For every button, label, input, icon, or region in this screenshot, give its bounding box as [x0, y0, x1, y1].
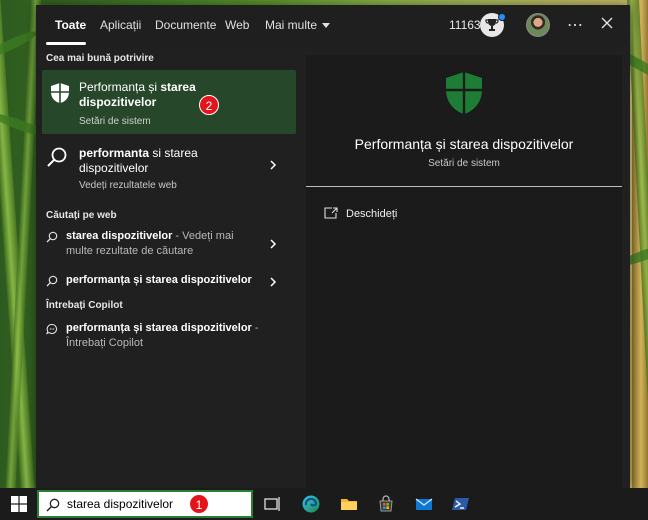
shield-icon — [446, 72, 482, 114]
avatar[interactable] — [526, 13, 550, 37]
best-match-title-part: Performanța și — [79, 80, 161, 94]
chevron-right-icon — [270, 160, 277, 170]
open-external-icon — [324, 207, 338, 219]
windows-start-icon[interactable] — [11, 496, 27, 512]
copilot-query: performanța și starea dispozitivelor — [66, 322, 252, 334]
preview-pane: Performanța și starea dispozitivelor Set… — [306, 55, 622, 488]
results-list: Cea mai bună potrivire Performanța și st… — [36, 47, 298, 488]
web-search-query: performanța și starea dispozitivelor — [66, 274, 252, 286]
web-search-item[interactable]: starea dispozitivelor - Vedeți mai multe… — [42, 227, 296, 265]
powershell-icon[interactable] — [451, 494, 471, 514]
notification-dot — [498, 13, 506, 21]
rewards-points: 11163 — [449, 18, 481, 32]
best-match-header: Cea mai bună potrivire — [46, 53, 154, 64]
search-tabs-bar: Toate Aplicații Documente Web Mai multe … — [36, 5, 630, 47]
open-label: Deschideți — [346, 208, 398, 220]
search-icon — [46, 231, 58, 243]
copilot-item[interactable]: performanța și starea dispozitivelor - Î… — [42, 319, 296, 357]
search-icon — [47, 147, 67, 167]
web-search-item-text: starea dispozitivelor - Vedeți mai multe… — [66, 229, 261, 259]
chevron-right-icon — [270, 277, 277, 287]
taskbar: starea dispozitivelor 1 — [0, 488, 648, 520]
web-search-query: starea dispozitivelor — [66, 230, 173, 242]
web-result-item[interactable]: performanta si starea dispozitivelor Ved… — [42, 142, 296, 194]
divider — [306, 186, 622, 187]
tab-apps[interactable]: Aplicații — [100, 18, 141, 32]
chat-bubble-icon — [46, 323, 58, 335]
search-icon — [46, 498, 60, 512]
tab-documents[interactable]: Documente — [155, 18, 216, 32]
chevron-down-icon — [322, 23, 331, 29]
file-explorer-icon[interactable] — [339, 494, 359, 514]
shield-icon — [51, 83, 69, 103]
tab-web[interactable]: Web — [225, 18, 249, 32]
chevron-right-icon — [270, 239, 277, 249]
best-match-result[interactable]: Performanța și starea dispozitivelor Set… — [42, 70, 296, 134]
active-tab-indicator — [46, 42, 86, 45]
task-view-icon[interactable] — [262, 494, 282, 514]
copilot-header: Întrebați Copilot — [46, 300, 123, 311]
annotation-badge-1: 1 — [189, 494, 209, 514]
best-match-title: Performanța și starea dispozitivelor — [79, 80, 259, 110]
search-query-text: starea dispozitivelor — [67, 497, 174, 511]
taskbar-search-input[interactable]: starea dispozitivelor 1 — [37, 490, 253, 518]
tab-more[interactable]: Mai multe — [265, 18, 331, 32]
preview-title: Performanța și starea dispozitivelor — [354, 136, 574, 152]
web-result-title-bold: performanta — [79, 146, 150, 160]
annotation-badge-2: 2 — [199, 95, 219, 115]
tab-more-label: Mai multe — [265, 18, 318, 32]
open-button[interactable]: Deschideți — [324, 206, 524, 226]
store-icon[interactable] — [376, 494, 396, 514]
web-search-item[interactable]: performanța și starea dispozitivelor — [42, 271, 296, 293]
copilot-item-text: performanța și starea dispozitivelor - Î… — [66, 321, 261, 351]
web-search-item-text: performanța și starea dispozitivelor — [66, 273, 261, 288]
best-match-subtitle: Setări de sistem — [79, 116, 151, 127]
search-icon — [46, 275, 58, 287]
close-icon[interactable] — [599, 15, 615, 31]
search-panel: Toate Aplicații Documente Web Mai multe … — [36, 5, 630, 488]
mail-icon[interactable] — [414, 494, 434, 514]
search-web-header: Căutați pe web — [46, 210, 117, 221]
web-result-title: performanta si starea dispozitivelor — [79, 146, 239, 176]
web-result-subtitle: Vedeți rezultatele web — [79, 180, 177, 191]
preview-subtitle: Setări de sistem — [428, 158, 500, 169]
edge-icon[interactable] — [301, 494, 321, 514]
tab-all[interactable]: Toate — [55, 18, 86, 32]
more-options-icon[interactable]: ⋯ — [567, 15, 584, 35]
